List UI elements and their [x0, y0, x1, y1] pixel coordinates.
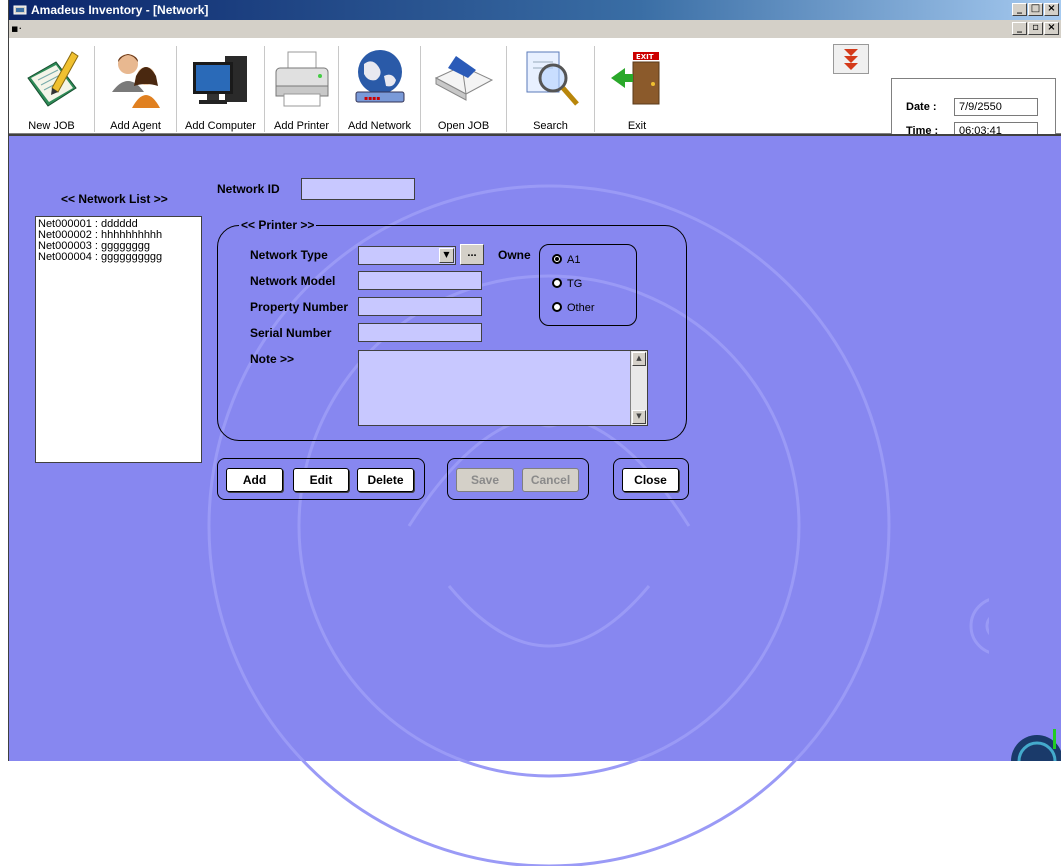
- date-value: 7/9/2550: [954, 98, 1038, 116]
- printer-group-title: << Printer >>: [239, 218, 317, 232]
- network-form-area: Network ID << Network List >> Net000001 …: [9, 134, 1061, 866]
- radio-label: Other: [567, 302, 595, 314]
- double-chevron-down-icon: [844, 49, 858, 70]
- radio-icon: [552, 302, 562, 312]
- list-item[interactable]: Net000004 : gggggggggg: [38, 252, 199, 263]
- close-button[interactable]: Close: [622, 468, 679, 492]
- cancel-button[interactable]: Cancel: [522, 468, 579, 492]
- serial-number-field[interactable]: [358, 323, 482, 342]
- svg-text:EXIT: EXIT: [636, 53, 654, 61]
- tray-gauge-icon: [1011, 729, 1061, 761]
- network-model-label: Network Model: [250, 274, 336, 288]
- add-button[interactable]: Add: [226, 468, 283, 492]
- add-network-button[interactable]: ▪▪▪▪ Add Network: [339, 46, 421, 132]
- exit-button[interactable]: EXIT Exit: [595, 46, 679, 132]
- delete-button[interactable]: Delete: [357, 468, 414, 492]
- network-type-select[interactable]: ▼: [358, 246, 456, 265]
- owner-option-tg[interactable]: TG: [552, 278, 582, 290]
- add-agent-label: Add Agent: [110, 120, 161, 132]
- window-controls: _ □ ×: [1012, 3, 1059, 16]
- collapse-toolbar-button[interactable]: [833, 44, 869, 74]
- chevron-down-icon[interactable]: ▼: [439, 248, 454, 263]
- main-toolbar: New JOB Add Agent Add Computer Add Print…: [9, 38, 1061, 161]
- browse-network-type-button[interactable]: ...: [460, 244, 484, 265]
- add-agent-button[interactable]: Add Agent: [95, 46, 177, 132]
- open-job-label: Open JOB: [437, 120, 490, 132]
- save-button[interactable]: Save: [456, 468, 514, 492]
- owner-label: Owne: [498, 248, 531, 262]
- radio-label: A1: [567, 254, 581, 266]
- owner-option-other[interactable]: Other: [552, 302, 595, 314]
- note-textarea[interactable]: ▲ ▼: [358, 350, 648, 426]
- add-printer-label: Add Printer: [273, 120, 330, 132]
- mdi-child-icon[interactable]: ▪·: [11, 22, 22, 35]
- open-job-button[interactable]: Open JOB: [421, 46, 507, 132]
- note-scrollbar[interactable]: ▲ ▼: [630, 351, 647, 425]
- window-title: Amadeus Inventory - [Network]: [31, 3, 209, 17]
- radio-label: TG: [567, 278, 583, 290]
- agents-icon: [111, 54, 160, 108]
- app-icon: [13, 5, 27, 15]
- close-window-button[interactable]: ×: [1044, 3, 1059, 16]
- open-book-icon: [434, 56, 493, 101]
- svg-text:▪▪▪▪: ▪▪▪▪: [364, 95, 380, 102]
- mdi-close-button[interactable]: ×: [1044, 22, 1059, 35]
- network-list-title: << Network List >>: [61, 192, 168, 206]
- network-id-label: Network ID: [217, 182, 280, 196]
- minimize-button[interactable]: _: [1012, 3, 1027, 16]
- scroll-down-icon[interactable]: ▼: [632, 410, 646, 424]
- owner-option-a1[interactable]: A1: [552, 254, 580, 266]
- owner-radio-group: A1 TG Other: [539, 244, 637, 326]
- title-bar: Amadeus Inventory - [Network] _ □ ×: [9, 0, 1061, 20]
- add-computer-button[interactable]: Add Computer: [177, 46, 265, 132]
- network-model-field[interactable]: [358, 271, 482, 290]
- notebook-pencil-icon: [26, 51, 79, 107]
- date-label: Date :: [906, 101, 937, 113]
- radio-selected-icon: [552, 254, 562, 264]
- network-globe-icon: ▪▪▪▪: [355, 50, 404, 103]
- network-list[interactable]: Net000001 : dddddd Net000002 : hhhhhhhhh…: [35, 216, 202, 463]
- network-type-label: Network Type: [250, 248, 328, 262]
- radio-icon: [552, 278, 562, 288]
- search-button[interactable]: Search: [507, 46, 595, 132]
- add-computer-label: Add Computer: [185, 120, 256, 132]
- serial-number-label: Serial Number: [250, 326, 332, 340]
- exit-door-icon: EXIT: [611, 52, 660, 105]
- add-network-label: Add Network: [348, 120, 411, 132]
- add-printer-button[interactable]: Add Printer: [265, 46, 339, 132]
- printer-icon: [275, 51, 328, 107]
- menu-bar: ▪· _ ▫ ×: [9, 20, 1061, 38]
- maximize-button[interactable]: □: [1028, 3, 1043, 16]
- computer-icon: [192, 56, 247, 104]
- exit-label: Exit: [627, 120, 647, 132]
- property-number-field[interactable]: [358, 297, 482, 316]
- search-label: Search: [533, 120, 568, 132]
- new-job-label: New JOB: [28, 120, 75, 132]
- app-window: Amadeus Inventory - [Network] _ □ × ▪· _…: [8, 0, 1061, 866]
- property-number-label: Property Number: [250, 300, 349, 314]
- scroll-up-icon[interactable]: ▲: [632, 352, 646, 366]
- note-label: Note >>: [250, 352, 295, 366]
- search-magnifier-icon: [526, 51, 579, 106]
- mdi-restore-button[interactable]: ▫: [1028, 22, 1043, 35]
- network-id-field[interactable]: [301, 178, 415, 200]
- mdi-minimize-button[interactable]: _: [1012, 22, 1027, 35]
- mdi-window-controls: _ ▫ ×: [1012, 22, 1059, 35]
- edit-button[interactable]: Edit: [293, 468, 349, 492]
- new-job-button[interactable]: New JOB: [9, 46, 95, 132]
